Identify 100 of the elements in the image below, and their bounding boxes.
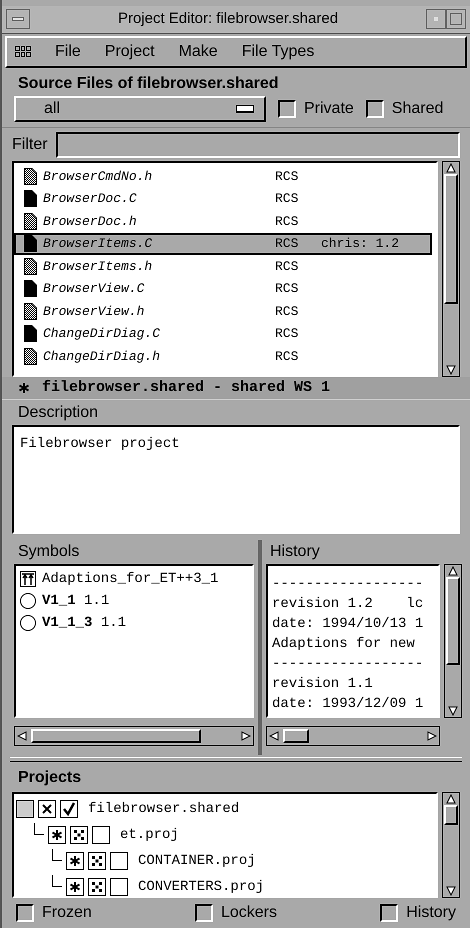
sash[interactable]: [10, 756, 462, 762]
scroll-thumb[interactable]: [444, 174, 458, 304]
history-line: ------------------: [272, 655, 424, 674]
horizontal-scrollbar[interactable]: [14, 726, 254, 746]
project-name[interactable]: filebrowser.shared: [88, 798, 240, 820]
file-row[interactable]: BrowserDoc.C RCS: [14, 188, 432, 210]
scroll-thumb[interactable]: [446, 577, 460, 666]
checkbox[interactable]: [92, 826, 110, 844]
file-name: BrowserCmdNo.h: [43, 168, 154, 186]
history-line: revision 1.1: [272, 675, 374, 694]
file-name: BrowserView.h: [43, 302, 146, 321]
vertical-scrollbar[interactable]: [444, 564, 462, 718]
file-row[interactable]: ChangeDirDiag.h RCS: [14, 345, 432, 368]
vcs-label: RCS: [275, 168, 300, 186]
section-title: Source Files of filebrowser.shared: [17, 74, 280, 94]
maximize-button[interactable]: [446, 9, 466, 30]
minimize-button[interactable]: [426, 9, 446, 30]
description-field[interactable]: Filebrowser project: [12, 425, 460, 534]
checkbox[interactable]: [278, 100, 296, 118]
source-file-icon: [24, 235, 37, 252]
checkbox[interactable]: [16, 904, 34, 922]
asterisk-icon: [48, 826, 66, 844]
menu-item[interactable]: Make: [178, 40, 218, 64]
file-row[interactable]: BrowserCmdNo.h RCS: [14, 165, 432, 188]
header-file-icon: [24, 302, 37, 320]
vcs-label: RCS: [275, 212, 300, 231]
filter-field[interactable]: [56, 132, 460, 158]
file-name: ChangeDirDiag.h: [43, 348, 162, 366]
file-name: BrowserItems.C: [43, 235, 154, 254]
checkbox-label: Lockers: [220, 903, 278, 924]
scroll-right-icon[interactable]: [427, 730, 437, 742]
checkbox[interactable]: [366, 100, 384, 118]
menu-item[interactable]: File Types: [242, 40, 314, 64]
vertical-scrollbar[interactable]: [442, 161, 460, 378]
file-row[interactable]: BrowserItems.h RCS: [14, 255, 432, 278]
source-file-icon: [24, 280, 37, 298]
file-row[interactable]: BrowserItems.C RCS chris: 1.2: [14, 232, 432, 256]
menu-item[interactable]: Project: [104, 40, 155, 64]
description-text: Filebrowser project: [20, 436, 180, 452]
tree-connector: [34, 823, 44, 836]
file-row[interactable]: BrowserDoc.h RCS: [14, 210, 432, 233]
history-line: revision 1.2 lc: [272, 595, 424, 614]
asterisk-icon: [18, 382, 30, 394]
history-line: date: 1993/12/09 1: [272, 695, 424, 714]
scroll-right-icon[interactable]: [241, 730, 251, 742]
checkbox[interactable]: [60, 800, 78, 818]
vcs-label: RCS: [275, 348, 300, 366]
symbol-label[interactable]: V1_1_3 1.1: [42, 612, 126, 634]
checkbox-label: Shared: [392, 99, 444, 120]
locker-label: chris: 1.2: [321, 235, 400, 254]
checkbox[interactable]: [380, 904, 398, 922]
file-name: BrowserItems.h: [43, 258, 154, 276]
window-title: Project Editor: filebrowser.shared: [116, 9, 340, 30]
project-name[interactable]: et.proj: [120, 824, 179, 846]
scroll-thumb[interactable]: [444, 805, 458, 826]
app-grid-icon[interactable]: [15, 46, 31, 58]
scroll-left-icon[interactable]: [269, 730, 279, 742]
file-row[interactable]: ChangeDirDiag.C RCS: [14, 322, 432, 346]
checkbox-label: History: [406, 903, 456, 924]
checkbox-label: Private: [304, 99, 354, 120]
header-file-icon: [24, 168, 37, 185]
asterisk-icon: [66, 852, 84, 870]
project-name[interactable]: CONTAINER.proj: [138, 850, 256, 872]
checkbox[interactable]: [194, 904, 213, 922]
checkbox-label: Frozen: [42, 903, 92, 924]
vcs-label: RCS: [275, 190, 300, 208]
checkbox[interactable]: [110, 878, 128, 896]
history-label: History: [269, 542, 321, 562]
filter-label: Filter: [12, 134, 48, 155]
file-row[interactable]: BrowserView.h RCS: [14, 300, 432, 323]
file-name: BrowserDoc.h: [43, 212, 138, 231]
dropdown-icon: [236, 105, 254, 114]
menu-item[interactable]: File: [55, 40, 81, 64]
history-line: date: 1994/10/13 1: [272, 615, 424, 634]
projects-label: Projects: [17, 768, 82, 788]
header-file-icon: [24, 348, 37, 365]
branch-icon: [20, 571, 36, 588]
vertical-scrollbar[interactable]: [442, 792, 460, 898]
scroll-left-icon[interactable]: [17, 730, 27, 742]
history-line: Adaptions for new: [272, 635, 416, 654]
vcs-label: RCS: [275, 258, 300, 276]
source-file-icon: [24, 190, 37, 208]
file-row[interactable]: BrowserView.C RCS: [14, 278, 432, 300]
file-name: BrowserView.C: [43, 280, 146, 298]
tree-connector: [52, 875, 62, 888]
symbol-label[interactable]: Adaptions_for_ET++3_1: [42, 568, 218, 590]
scroll-thumb[interactable]: [31, 729, 201, 744]
filter-dropdown[interactable]: all: [14, 96, 266, 122]
scroll-thumb[interactable]: [283, 729, 309, 744]
vcs-label: RCS: [275, 302, 300, 321]
header-file-icon: [24, 258, 37, 275]
vcs-label: RCS: [275, 235, 300, 254]
project-name[interactable]: CONVERTERS.proj: [138, 876, 264, 896]
file-name: BrowserDoc.C: [43, 190, 138, 208]
window-menu-button[interactable]: [6, 9, 30, 30]
vcs-label: RCS: [275, 280, 300, 298]
symbol-label[interactable]: V1_1 1.1: [42, 590, 110, 612]
horizontal-scrollbar[interactable]: [266, 726, 440, 746]
checkbox[interactable]: [110, 852, 128, 870]
source-file-icon: [24, 325, 37, 342]
